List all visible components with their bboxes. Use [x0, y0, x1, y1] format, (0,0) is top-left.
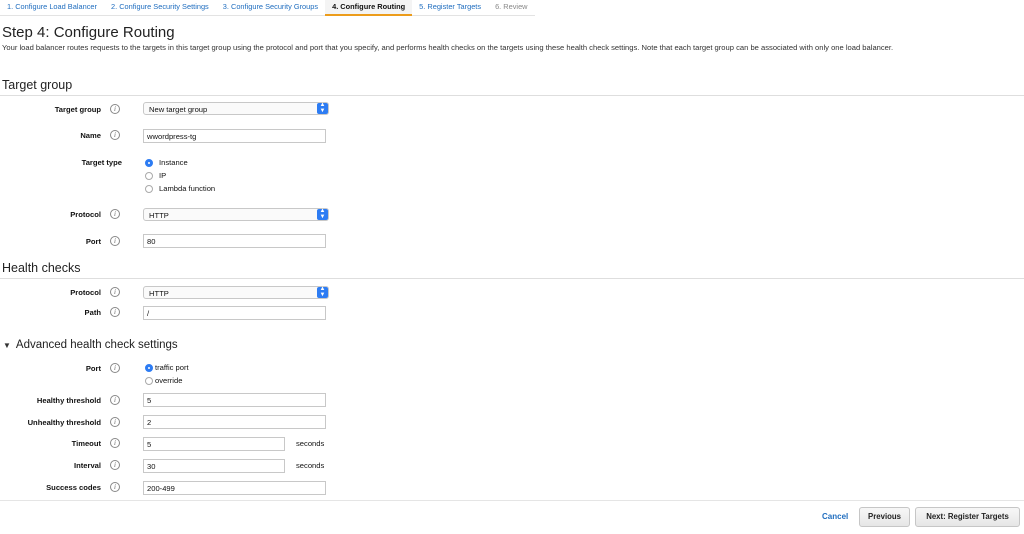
info-icon[interactable]: i	[110, 460, 120, 470]
previous-button[interactable]: Previous	[859, 507, 910, 527]
timeout-input[interactable]: 5	[143, 437, 285, 451]
page-description: Your load balancer routes requests to th…	[2, 43, 894, 52]
wizard-step-configure-security-settings[interactable]: 2. Configure Security Settings	[103, 0, 216, 16]
info-icon[interactable]: i	[110, 209, 120, 219]
info-icon[interactable]: i	[110, 104, 120, 114]
override-label[interactable]: override	[155, 376, 182, 385]
advanced-settings-toggle[interactable]: ▼ Advanced health check settings	[3, 339, 178, 351]
unhealthy-threshold-label: Unhealthy threshold	[27, 418, 101, 427]
page-title: Step 4: Configure Routing	[2, 24, 175, 41]
footer-divider	[0, 500, 1024, 501]
wizard-step-configure-security-groups[interactable]: 3. Configure Security Groups	[215, 0, 326, 16]
target-type-ip-label[interactable]: IP	[159, 171, 166, 180]
advanced-settings-label: Advanced health check settings	[15, 339, 178, 351]
path-input[interactable]: /	[143, 306, 326, 320]
target-group-select[interactable]: New target group ▲ ▼	[143, 102, 329, 115]
healthy-threshold-label: Healthy threshold	[36, 396, 101, 405]
section-divider	[0, 278, 1024, 279]
advanced-port-label: Port	[85, 364, 101, 373]
info-icon[interactable]: i	[110, 287, 120, 297]
info-icon[interactable]: i	[110, 417, 120, 427]
wizard-step-configure-load-balancer[interactable]: 1. Configure Load Balancer	[0, 0, 104, 16]
section-divider	[0, 95, 1024, 96]
cancel-button[interactable]: Cancel	[822, 512, 848, 521]
interval-label: Interval	[73, 461, 101, 470]
success-codes-input[interactable]: 200-499	[143, 481, 326, 495]
traffic-port-radio[interactable]	[145, 364, 153, 372]
target-group-select-value: New target group	[149, 105, 208, 114]
interval-input[interactable]: 30	[143, 459, 285, 473]
protocol-select[interactable]: HTTP ▲ ▼	[143, 208, 329, 221]
target-type-ip-radio[interactable]	[145, 172, 153, 180]
target-type-instance-label[interactable]: Instance	[159, 158, 188, 167]
success-codes-label: Success codes	[46, 483, 101, 492]
info-icon[interactable]: i	[110, 236, 120, 246]
info-icon[interactable]: i	[110, 130, 120, 140]
select-chevron-icon: ▲ ▼	[317, 208, 328, 220]
wizard-step-configure-routing[interactable]: 4. Configure Routing	[325, 0, 413, 16]
info-icon[interactable]: i	[110, 363, 120, 373]
info-icon[interactable]: i	[110, 482, 120, 492]
info-icon[interactable]: i	[110, 395, 120, 405]
name-input[interactable]: wwordpress-tg	[143, 129, 326, 143]
select-chevron-icon: ▲ ▼	[317, 102, 328, 114]
name-label: Name	[80, 131, 101, 140]
path-label: Path	[84, 308, 101, 317]
target-group-section-title: Target group	[2, 78, 73, 92]
healthy-threshold-input[interactable]: 5	[143, 393, 326, 407]
port-label: Port	[85, 237, 101, 246]
info-icon[interactable]: i	[110, 438, 120, 448]
target-type-lambda-label[interactable]: Lambda function	[159, 184, 215, 193]
select-chevron-icon: ▲ ▼	[317, 286, 328, 298]
protocol-label: Protocol	[70, 210, 101, 219]
health-protocol-select-value: HTTP	[149, 289, 169, 298]
wizard-tabs: 1. Configure Load Balancer 2. Configure …	[0, 0, 535, 16]
health-protocol-select[interactable]: HTTP ▲ ▼	[143, 286, 329, 299]
target-type-label: Target type	[81, 158, 122, 167]
wizard-step-review: 6. Review	[488, 0, 535, 16]
info-icon[interactable]: i	[110, 307, 120, 317]
timeout-unit: seconds	[296, 439, 325, 448]
health-protocol-label: Protocol	[70, 288, 101, 297]
timeout-label: Timeout	[71, 439, 101, 448]
protocol-select-value: HTTP	[149, 211, 169, 220]
port-input[interactable]: 80	[143, 234, 326, 248]
target-group-label: Target group	[54, 105, 101, 114]
target-type-lambda-radio[interactable]	[145, 185, 153, 193]
target-type-instance-radio[interactable]	[145, 159, 153, 167]
traffic-port-label[interactable]: traffic port	[155, 363, 189, 372]
health-checks-section-title: Health checks	[2, 261, 81, 275]
wizard-step-register-targets[interactable]: 5. Register Targets	[412, 0, 489, 16]
unhealthy-threshold-input[interactable]: 2	[143, 415, 326, 429]
caret-down-icon: ▼	[3, 340, 11, 350]
interval-unit: seconds	[296, 461, 325, 470]
override-radio[interactable]	[145, 377, 153, 385]
next-register-targets-button[interactable]: Next: Register Targets	[915, 507, 1020, 527]
